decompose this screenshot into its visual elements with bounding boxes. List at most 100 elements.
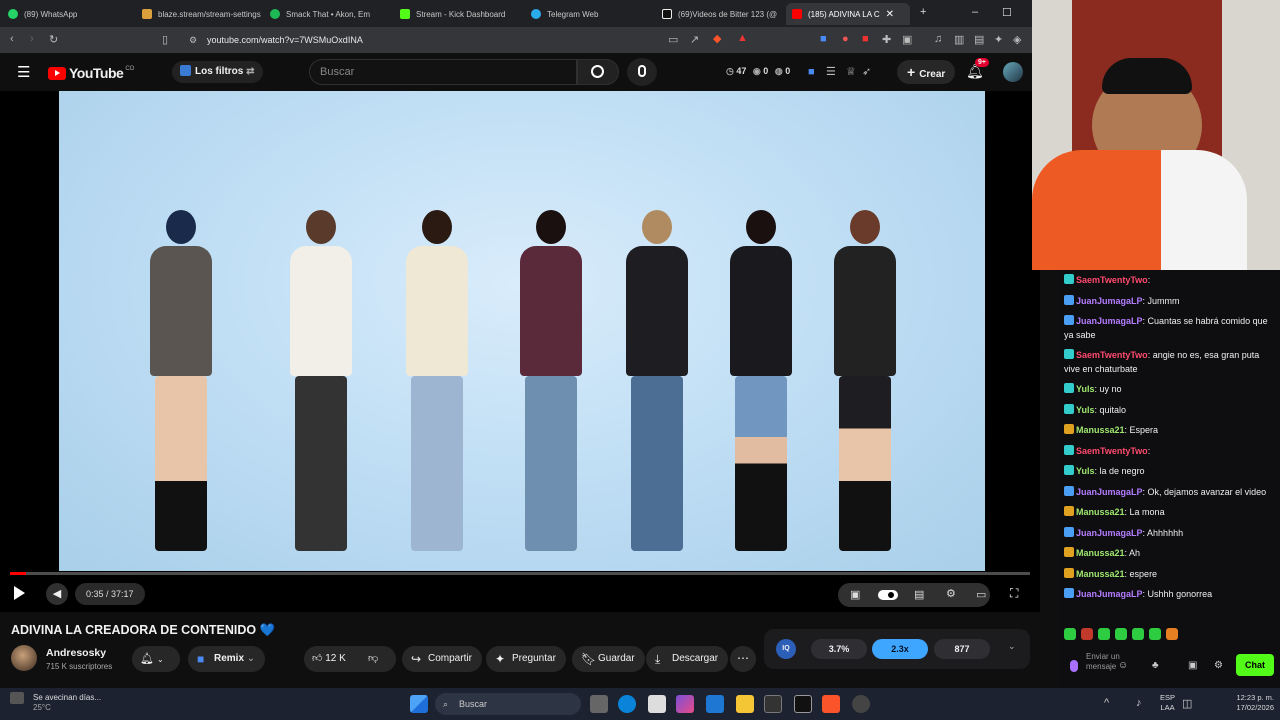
youtube-logo[interactable]: YouTube CO: [48, 65, 134, 81]
chat-username[interactable]: SaemTwentyTwo: [1076, 350, 1148, 360]
download-button[interactable]: ⤓ Descargar: [646, 646, 729, 672]
emote-icon[interactable]: [1132, 628, 1144, 640]
language-indicator[interactable]: ESP LAA: [1160, 693, 1175, 713]
chat-username[interactable]: JuanJumagaLP: [1076, 296, 1143, 306]
miniplayer-icon[interactable]: ▭: [976, 588, 986, 601]
rocket-icon[interactable]: ➶: [862, 65, 871, 78]
chat-username[interactable]: Manussa21: [1076, 425, 1125, 435]
file-explorer-icon[interactable]: [736, 695, 754, 713]
taskbar-search[interactable]: ⌕ Buscar: [435, 693, 581, 715]
copilot-icon[interactable]: [648, 695, 666, 713]
iq-player-icon[interactable]: ▣: [850, 588, 860, 601]
chat-username[interactable]: Yuls: [1076, 466, 1095, 476]
dislike-button[interactable]: 👎︎: [368, 646, 378, 672]
chat-mic-icon[interactable]: [1070, 660, 1078, 672]
chat-input[interactable]: Enviar un mensaje: [1086, 652, 1146, 682]
tab-whatsapp[interactable]: (89) WhatsApp: [8, 3, 138, 25]
emote-icon[interactable]: [1081, 628, 1093, 640]
brave-rewards-icon[interactable]: ▲: [737, 32, 748, 44]
avatar[interactable]: [1003, 62, 1023, 82]
reload-icon[interactable]: ↻: [49, 33, 58, 46]
chat-username[interactable]: Manussa21: [1076, 569, 1125, 579]
weather-icon[interactable]: [10, 692, 24, 704]
edge-icon[interactable]: [618, 695, 636, 713]
filters-button[interactable]: Los filtros ⇄: [172, 61, 263, 83]
obs-icon[interactable]: [852, 695, 870, 713]
screenshot-icon[interactable]: ▣: [902, 33, 912, 46]
emote-icon[interactable]: [1064, 628, 1076, 640]
notifications-button[interactable]: 🔔︎ 9+: [966, 58, 989, 80]
voice-search-button[interactable]: [627, 58, 657, 86]
iq-expand-icon[interactable]: ⌄: [1008, 641, 1016, 652]
share-button[interactable]: ↪ Compartir: [402, 646, 482, 672]
start-icon[interactable]: [410, 695, 428, 713]
tab-spotify[interactable]: Smack That • Akon, Em: [270, 3, 396, 25]
emote-icon[interactable]: [1166, 628, 1178, 640]
store-icon[interactable]: [706, 695, 724, 713]
media-icon[interactable]: ♫: [934, 33, 942, 45]
seek-bar[interactable]: [10, 572, 1030, 575]
tray-app-icon[interactable]: ♪: [1136, 697, 1142, 709]
list-icon[interactable]: ☰: [826, 65, 836, 78]
volume-icon[interactable]: ◀: [46, 583, 68, 605]
wallet-icon[interactable]: ▤: [974, 33, 984, 46]
chat-username[interactable]: JuanJumagaLP: [1076, 487, 1143, 497]
brave-taskbar-icon[interactable]: [822, 695, 840, 713]
clock[interactable]: 12:23 p. m. 17/02/2026: [1222, 693, 1274, 713]
create-button[interactable]: + Crear: [897, 60, 956, 84]
subtitles-icon[interactable]: ▤: [914, 588, 924, 601]
tray-chevron-icon[interactable]: ^: [1104, 697, 1109, 709]
chat-username[interactable]: Yuls: [1076, 384, 1095, 394]
chat-username[interactable]: JuanJumagaLP: [1076, 589, 1143, 599]
chat-username[interactable]: SaemTwentyTwo: [1076, 446, 1148, 456]
maximize-icon[interactable]: ☐: [1002, 6, 1012, 19]
chat-settings-icon[interactable]: ⚙: [1214, 660, 1223, 671]
subscribed-bell-button[interactable]: 🔔︎ ⌄: [132, 646, 180, 672]
like-button[interactable]: 👍︎ 12 K: [312, 646, 346, 672]
iq-logo-icon[interactable]: IQ: [776, 639, 796, 659]
close-tab-icon[interactable]: ✕: [886, 9, 894, 20]
tab-blaze[interactable]: blaze.stream/stream-settings: [142, 3, 267, 25]
tab-youtube-active[interactable]: (185) ADIVINA LA C ✕: [786, 3, 910, 25]
more-actions-button[interactable]: ⋯: [730, 646, 756, 672]
sidebar-icon[interactable]: ▥: [954, 33, 964, 46]
tab-kick[interactable]: Stream - Kick Dashboard: [400, 3, 528, 25]
copilot-app-icon[interactable]: [676, 695, 694, 713]
brave-shield-icon[interactable]: ◆: [713, 32, 721, 45]
search-button[interactable]: [577, 59, 619, 85]
task-view-icon[interactable]: [590, 695, 608, 713]
capcut-icon[interactable]: [794, 695, 812, 713]
url-field[interactable]: ⚙ youtube.com/watch?v=7WSMuOxdINA: [185, 31, 655, 49]
extension-1-icon[interactable]: ●: [842, 33, 849, 45]
trophy-icon[interactable]: ♕: [846, 65, 856, 78]
chat-username[interactable]: Yuls: [1076, 405, 1095, 415]
save-button[interactable]: 🔖︎ Guardar: [572, 646, 645, 672]
forward-icon[interactable]: ›: [30, 33, 34, 45]
vpn-icon[interactable]: ◈: [1013, 33, 1021, 46]
settings-icon[interactable]: ⚙: [946, 587, 956, 600]
leo-ai-icon[interactable]: ✦: [994, 33, 1003, 46]
tab-tiktok[interactable]: (69)Videos de Bitter 123 (@: [662, 3, 786, 25]
terminal-icon[interactable]: [764, 695, 782, 713]
chat-emoji-icon[interactable]: ☺: [1118, 660, 1128, 671]
video-player[interactable]: ◀ 0:35 / 37:17 ▣ ▤ ⚙ ▭ ⛶: [0, 91, 1040, 612]
chat-username[interactable]: SaemTwentyTwo: [1076, 275, 1148, 285]
chat-username[interactable]: JuanJumagaLP: [1076, 316, 1143, 326]
translate-icon[interactable]: ■: [820, 33, 827, 45]
emote-icon[interactable]: [1098, 628, 1110, 640]
ask-button[interactable]: ✦ Preguntar: [486, 646, 566, 672]
chat-username[interactable]: JuanJumagaLP: [1076, 528, 1143, 538]
menu-icon[interactable]: ☰: [17, 63, 30, 81]
chat-send-button[interactable]: Chat: [1236, 654, 1274, 676]
weather-widget[interactable]: Se avecinan días... 25°C: [33, 693, 101, 713]
minimize-icon[interactable]: –: [972, 6, 978, 18]
chat-username[interactable]: Manussa21: [1076, 548, 1125, 558]
network-icon[interactable]: ◫: [1182, 697, 1192, 710]
iq-tool-icon[interactable]: ■: [808, 66, 815, 78]
new-tab-icon[interactable]: +: [920, 6, 926, 18]
bookmark-icon[interactable]: ▯: [162, 33, 168, 46]
emote-icon[interactable]: [1115, 628, 1127, 640]
cast-icon[interactable]: ▭: [668, 33, 678, 46]
channel-avatar[interactable]: [11, 645, 37, 671]
share-page-icon[interactable]: ↗: [690, 33, 699, 46]
